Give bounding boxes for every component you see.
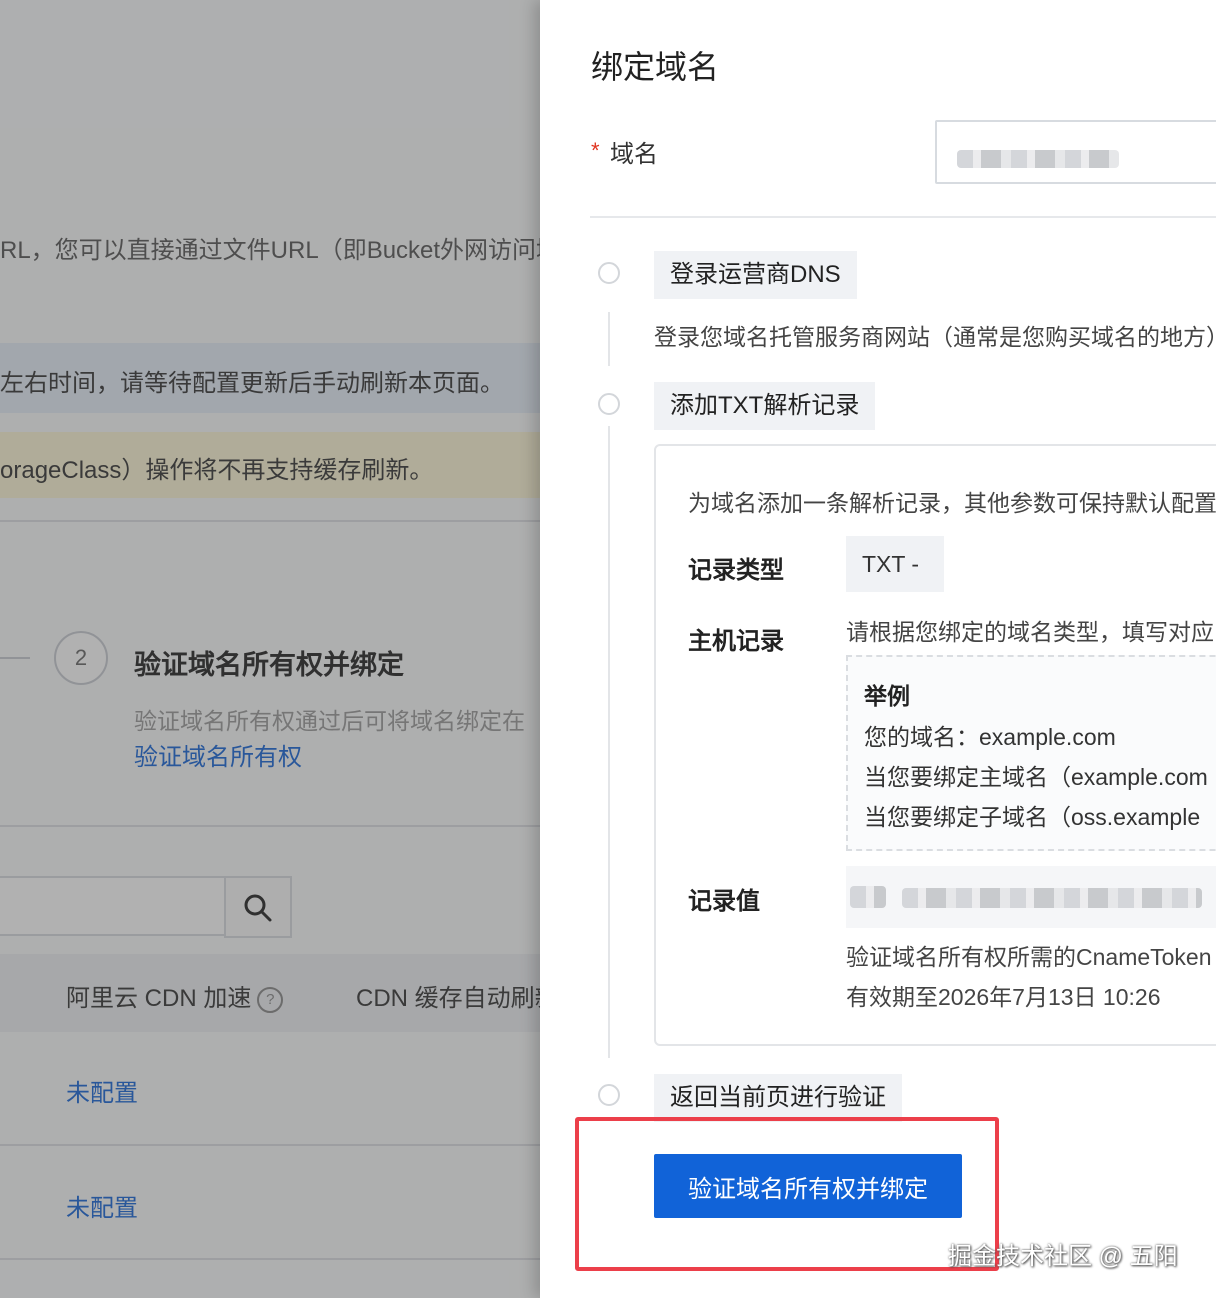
step-tag-return-verify: 返回当前页进行验证 bbox=[654, 1074, 902, 1122]
domain-input[interactable] bbox=[935, 120, 1216, 184]
example-box: 举例 您的域名：example.com 当您要绑定主域名（example.com… bbox=[846, 655, 1216, 851]
record-type-value: TXT - bbox=[846, 536, 944, 592]
example-line: 当您要绑定主域名（example.com bbox=[864, 764, 1208, 790]
watermark: 掘金技术社区 @ 五阳 bbox=[948, 1243, 1178, 1270]
background-page: RL，您可以直接通过文件URL（即Bucket外网访问域 左右时间，请等待配置更… bbox=[0, 0, 540, 1298]
drawer-title: 绑定域名 bbox=[591, 49, 720, 85]
cname-token-note: 验证域名所有权所需的CnameToken bbox=[846, 944, 1212, 970]
txt-record-card: 为域名添加一条解析记录，其他参数可保持默认配置 记录类型 TXT - 主机记录 … bbox=[654, 444, 1216, 1046]
record-value-label: 记录值 bbox=[688, 888, 760, 915]
required-mark: * bbox=[591, 138, 600, 163]
verify-and-bind-button[interactable]: 验证域名所有权并绑定 bbox=[654, 1154, 962, 1218]
step-description: 登录您域名托管服务商网站（通常是您购买域名的地方） bbox=[654, 324, 1216, 350]
blurred-domain-value bbox=[957, 150, 1119, 168]
example-line: 当您要绑定子域名（oss.example bbox=[864, 804, 1201, 830]
divider bbox=[590, 216, 1216, 218]
step-dot bbox=[598, 262, 620, 284]
domain-label: 域名 bbox=[610, 141, 658, 168]
bind-domain-drawer: 绑定域名 * 域名 登录运营商DNS 登录您域名托管服务商网站（通常是您购买域名… bbox=[540, 0, 1216, 1298]
step-dot bbox=[598, 393, 620, 415]
step-tag-add-txt: 添加TXT解析记录 bbox=[654, 382, 876, 430]
example-line: 您的域名：example.com bbox=[864, 724, 1116, 750]
host-record-label: 主机记录 bbox=[688, 628, 784, 655]
blurred-token-part bbox=[850, 886, 886, 908]
modal-overlay[interactable] bbox=[0, 0, 540, 1298]
step-tag-login-dns: 登录运营商DNS bbox=[654, 251, 857, 299]
record-type-label: 记录类型 bbox=[688, 557, 784, 584]
card-intro: 为域名添加一条解析记录，其他参数可保持默认配置 bbox=[688, 490, 1216, 516]
host-record-description: 请根据您绑定的域名类型，填写对应的主机记录 bbox=[846, 619, 1216, 645]
record-value-field: c bbox=[846, 866, 1216, 928]
example-title: 举例 bbox=[864, 683, 910, 709]
token-expiry-note: 有效期至2026年7月13日 10:26 bbox=[846, 984, 1161, 1010]
step-dot bbox=[598, 1084, 620, 1106]
blurred-token-part bbox=[902, 888, 1202, 908]
timeline-line bbox=[608, 426, 610, 1058]
timeline-line bbox=[608, 312, 610, 366]
